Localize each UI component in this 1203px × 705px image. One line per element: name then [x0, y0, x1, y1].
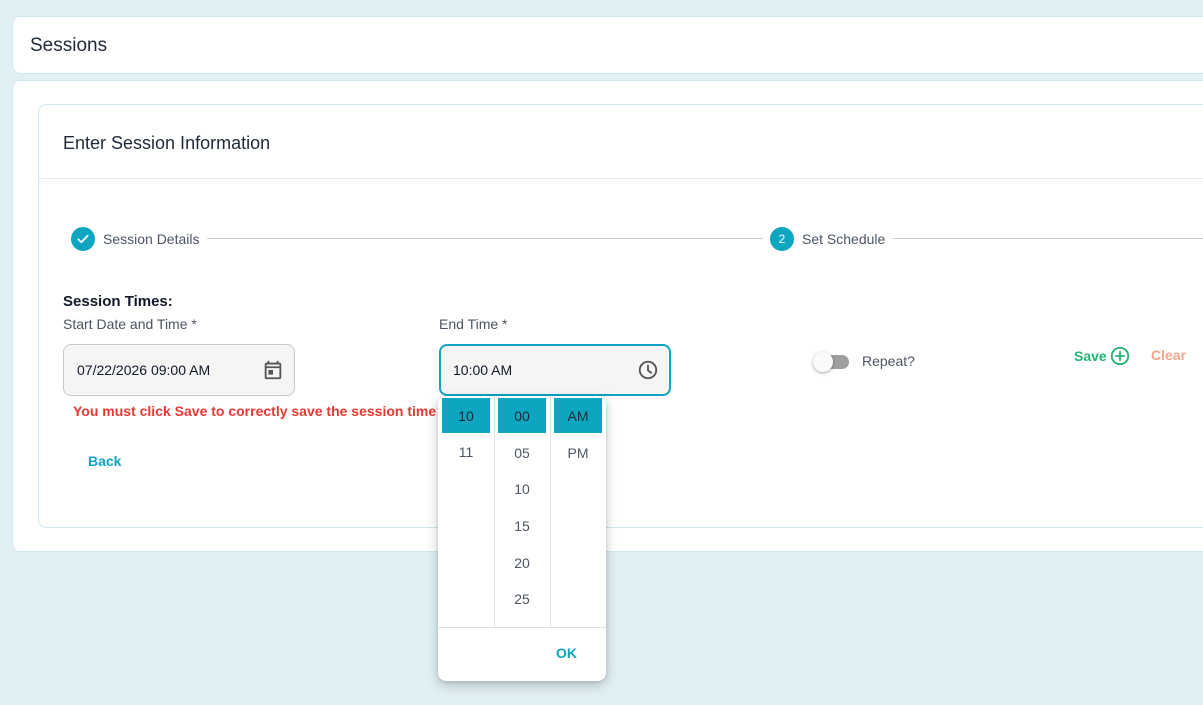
start-time-label: Start Date and Time *: [63, 316, 197, 332]
start-datetime-input[interactable]: 07/22/2026 09:00 AM: [63, 344, 295, 396]
time-picker-popup: 10 11 00 05 10 15 20 25 AM PM OK: [438, 396, 606, 681]
meridiem-column[interactable]: AM PM: [550, 396, 606, 627]
step-1-complete[interactable]: [71, 227, 95, 251]
picker-divider: [438, 627, 606, 628]
meridiem-option-selected[interactable]: AM: [554, 398, 602, 433]
session-form: Enter Session Information Session Detail…: [38, 104, 1203, 528]
repeat-toggle[interactable]: [813, 352, 849, 372]
back-button[interactable]: Back: [88, 453, 121, 469]
end-time-input[interactable]: 10:00 AM: [439, 344, 671, 396]
hour-option-selected[interactable]: 10: [442, 398, 490, 433]
section-session-times: Session Times:: [63, 293, 173, 310]
step-1-label: Session Details: [103, 231, 200, 247]
minute-option[interactable]: 20: [498, 545, 546, 580]
step-connector: [207, 238, 763, 239]
form-title: Enter Session Information: [63, 133, 271, 153]
save-button[interactable]: Save: [1074, 345, 1131, 367]
end-time-value: 10:00 AM: [453, 362, 513, 378]
step-2-active[interactable]: 2: [770, 227, 794, 251]
minute-option[interactable]: 10: [498, 471, 546, 506]
calendar-icon[interactable]: [262, 359, 284, 381]
minute-option[interactable]: 05: [498, 435, 546, 470]
step-2-number: 2: [778, 232, 786, 246]
minute-option[interactable]: 15: [498, 508, 546, 543]
ok-button[interactable]: OK: [556, 645, 577, 661]
minute-column[interactable]: 00 05 10 15 20 25: [494, 396, 551, 627]
repeat-toggle-knob[interactable]: [813, 352, 833, 372]
save-warning-message: You must click Save to correctly save th…: [73, 403, 475, 419]
session-card: Enter Session Information Session Detail…: [12, 80, 1203, 552]
page-header: Sessions: [12, 16, 1203, 74]
step-connector-trailing: [892, 238, 1203, 239]
plus-circle-icon: [1110, 346, 1129, 366]
minute-option[interactable]: 25: [498, 581, 546, 616]
step-2-label: Set Schedule: [802, 231, 886, 247]
header-divider: [39, 178, 1203, 179]
hour-column[interactable]: 10 11: [438, 396, 495, 627]
start-datetime-value: 07/22/2026 09:00 AM: [77, 362, 211, 378]
hour-option[interactable]: 11: [442, 434, 490, 469]
check-icon: [77, 234, 89, 244]
end-time-label: End Time *: [439, 316, 508, 332]
save-button-label: Save: [1074, 348, 1107, 364]
clock-icon[interactable]: [637, 359, 659, 381]
clear-button[interactable]: Clear: [1151, 347, 1186, 363]
meridiem-option[interactable]: PM: [554, 435, 602, 470]
repeat-label: Repeat?: [862, 353, 915, 369]
minute-option-selected[interactable]: 00: [498, 398, 546, 433]
page-title: Sessions: [30, 35, 108, 56]
